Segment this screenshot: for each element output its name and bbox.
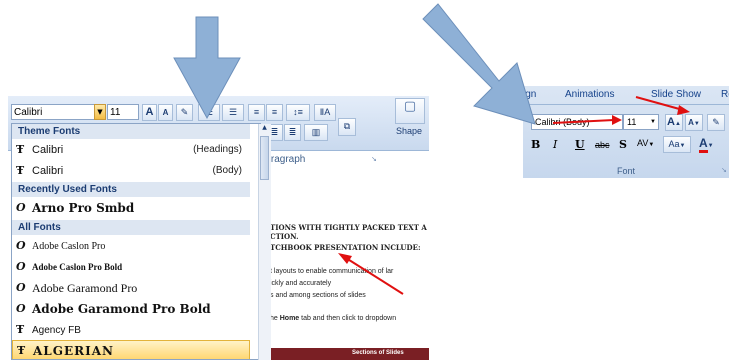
big-down-arrow — [173, 16, 241, 120]
big-diagonal-arrow — [422, 3, 536, 125]
red-arrow-document — [338, 253, 404, 295]
annotation-overlay — [173, 3, 690, 295]
red-arrow-font-box — [552, 115, 622, 125]
red-arrow-grow-font — [635, 96, 690, 115]
